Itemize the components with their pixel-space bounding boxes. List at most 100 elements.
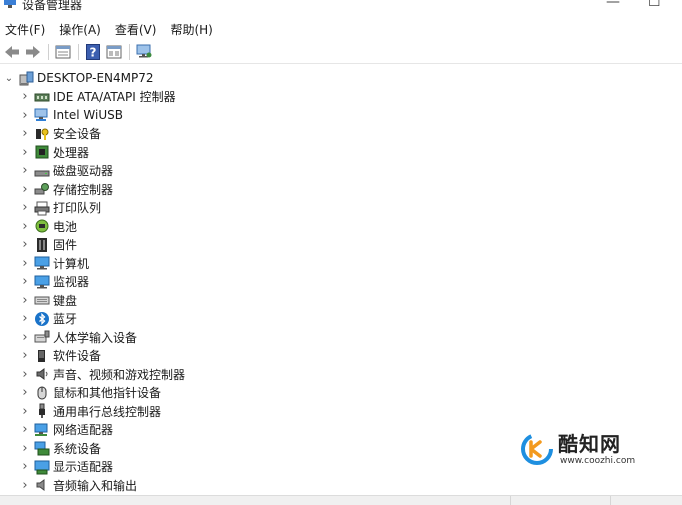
disk-drive-icon [34,163,50,179]
menu-action[interactable]: 操作(A) [59,21,101,38]
tree-item-ide-controller[interactable]: › IDE ATA/ATAPI 控制器 [20,88,176,106]
watermark-url: www.coozhi.com [560,456,636,466]
tree-item-label: 鼠标和其他指针设备 [53,386,162,400]
toolbar-separator [78,43,79,60]
scan-hardware-button[interactable] [134,42,154,62]
tree-item-hid[interactable]: › 人体学输入设备 [20,328,137,346]
hid-icon [34,329,50,345]
chevron-right-icon[interactable]: › [20,385,30,400]
audio-io-icon [34,477,50,493]
tree-item-display-adapter[interactable]: › 显示适配器 [20,458,113,476]
tree-item-label: 电池 [53,219,78,234]
monitor-icon [34,274,50,290]
tree-item-network-adapter[interactable]: › 网络适配器 [20,421,113,439]
keyboard-icon [34,292,50,308]
chevron-right-icon[interactable]: › [20,348,30,363]
menu-help[interactable]: 帮助(H) [170,21,212,38]
chevron-right-icon[interactable]: › [20,330,30,345]
printer-icon [34,200,50,216]
chevron-right-icon[interactable]: › [20,182,30,197]
tree-item-computer[interactable]: › 计算机 [20,254,89,272]
tree-item-security-key[interactable]: › 安全设备 [20,125,101,143]
tree-item-firmware[interactable]: › 固件 [20,236,77,254]
chevron-right-icon[interactable]: › [20,478,30,493]
chevron-right-icon[interactable]: › [20,108,30,123]
chevron-right-icon[interactable]: › [20,256,30,271]
tree-item-monitor[interactable]: › 监视器 [20,273,89,291]
tree-item-label: 通用串行总线控制器 [53,404,162,419]
status-divider [610,496,611,505]
network-device-icon [34,107,50,123]
tree-item-label: 键盘 [53,293,78,308]
display-adapter-icon [34,459,50,475]
forward-button[interactable] [23,42,43,62]
speaker-icon [34,366,50,382]
tree-item-label: 安全设备 [53,127,102,141]
chevron-right-icon[interactable]: › [20,237,30,252]
tree-item-usb[interactable]: › 通用串行总线控制器 [20,402,161,420]
chevron-right-icon[interactable]: › [20,145,30,160]
back-button[interactable] [2,42,22,62]
menu-file[interactable]: 文件(F) [5,21,45,38]
computer-tower-icon [18,70,34,86]
help-button[interactable]: ? [83,42,103,62]
chevron-right-icon[interactable]: › [20,441,30,456]
chevron-right-icon[interactable]: › [20,422,30,437]
tree-item-keyboard[interactable]: › 键盘 [20,291,77,309]
tree-item-label: 软件设备 [53,349,102,363]
chevron-right-icon[interactable]: › [20,404,30,419]
tree-item-processor[interactable]: › 处理器 [20,143,89,161]
tree-item-label: 网络适配器 [53,423,114,437]
forward-arrow-icon [26,45,40,58]
chevron-right-icon[interactable]: › [20,367,30,382]
chevron-right-icon[interactable]: › [20,200,30,215]
tree-item-label: 显示适配器 [53,460,114,474]
tree-item-label: 打印队列 [53,201,102,215]
chevron-right-icon[interactable]: › [20,293,30,308]
tree-item-label: 计算机 [53,256,90,271]
chevron-right-icon[interactable]: › [20,274,30,289]
tree-item-label: 声音、视频和游戏控制器 [53,367,186,382]
chevron-right-icon[interactable]: › [20,89,30,104]
status-divider [510,496,511,505]
tree-item-speaker[interactable]: › 声音、视频和游戏控制器 [20,365,185,383]
tree-item-label: 监视器 [53,275,90,289]
help-icon: ? [86,43,100,60]
chevron-right-icon[interactable]: › [20,459,30,474]
tree-item-mouse[interactable]: › 鼠标和其他指针设备 [20,384,161,402]
coozhi-logo-icon [521,433,553,465]
tree-item-system-device[interactable]: › 系统设备 [20,439,101,457]
tree-root[interactable]: ⌄ DESKTOP-EN4MP72 [4,69,154,87]
tree-item-storage-controller[interactable]: › 存储控制器 [20,180,113,198]
tree-item-disk-drive[interactable]: › 磁盘驱动器 [20,162,113,180]
view-button[interactable] [104,42,124,62]
battery-icon [34,218,50,234]
chevron-right-icon[interactable]: › [20,163,30,178]
back-arrow-icon [5,45,19,58]
toolbar: ? [0,40,682,64]
tree-item-label: 人体学输入设备 [53,330,138,345]
tree-item-label: Intel WiUSB [53,108,123,122]
watermark: 酷知网 www.coozhi.com [520,428,665,472]
tree-item-battery[interactable]: › 电池 [20,217,77,235]
tree-item-audio-io[interactable]: › 音频输入和输出 [20,476,137,494]
toolbar-separator [48,43,49,60]
properties-button[interactable] [53,42,73,62]
menu-view[interactable]: 查看(V) [115,21,157,38]
tree-root-label: DESKTOP-EN4MP72 [37,71,154,85]
minimize-button[interactable]: — [606,0,620,10]
chevron-right-icon[interactable]: › [20,219,30,234]
window-title: 设备管理器 [22,0,83,12]
chevron-right-icon[interactable]: › [20,311,30,326]
ide-controller-icon [34,89,50,105]
chevron-right-icon[interactable]: › [20,126,30,141]
menu-bar: 文件(F) 操作(A) 查看(V) 帮助(H) [0,18,682,40]
storage-controller-icon [34,181,50,197]
tree-item-bluetooth[interactable]: › 蓝牙 [20,310,77,328]
tree-item-printer[interactable]: › 打印队列 [20,199,101,217]
tree-item-label: IDE ATA/ATAPI 控制器 [53,90,176,104]
maximize-button[interactable]: ☐ [648,0,661,10]
chevron-down-icon[interactable]: ⌄ [4,73,14,84]
tree-item-network-device[interactable]: › Intel WiUSB [20,106,123,124]
tree-item-software-device[interactable]: › 软件设备 [20,347,101,365]
